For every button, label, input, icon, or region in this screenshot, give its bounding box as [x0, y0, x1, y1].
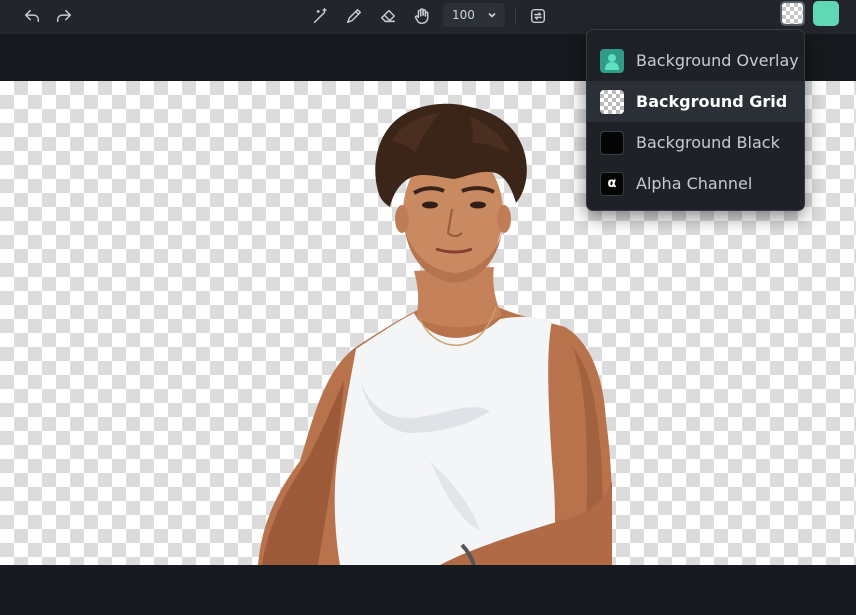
canvas-bottom-margin [0, 565, 856, 615]
background-toggle-button[interactable] [780, 1, 805, 26]
brush-icon [346, 8, 362, 24]
toolbar-divider [515, 7, 516, 25]
hand-icon [414, 8, 429, 24]
menu-item-background-overlay[interactable]: Background Overlay [587, 40, 804, 81]
eraser-button[interactable] [374, 3, 402, 29]
background-mode-menu: Background Overlay Background Grid Backg… [586, 29, 805, 211]
black-square-icon [600, 130, 624, 155]
undo-icon [24, 9, 40, 23]
menu-item-label: Background Black [636, 133, 780, 152]
zoom-value: 100 [452, 8, 475, 22]
redo-icon [56, 9, 72, 23]
redo-button[interactable] [50, 3, 78, 29]
alpha-icon: α [600, 171, 624, 196]
brush-button[interactable] [340, 3, 368, 29]
menu-item-label: Alpha Channel [636, 174, 753, 193]
magic-brush-button[interactable] [306, 3, 334, 29]
menu-item-background-grid[interactable]: Background Grid [587, 81, 804, 122]
compare-button[interactable] [524, 3, 552, 29]
compare-icon [530, 8, 546, 24]
menu-item-alpha-channel[interactable]: α Alpha Channel [587, 163, 804, 204]
checkerboard-icon [600, 89, 624, 114]
menu-item-background-black[interactable]: Background Black [587, 122, 804, 163]
undo-button[interactable] [18, 3, 46, 29]
menu-item-label: Background Overlay [636, 51, 799, 70]
person-icon [600, 48, 624, 73]
accent-color-swatch[interactable] [813, 1, 839, 26]
magic-brush-icon [313, 8, 327, 24]
chevron-down-icon [488, 12, 496, 18]
zoom-select[interactable]: 100 [443, 3, 505, 27]
menu-item-label: Background Grid [636, 92, 788, 111]
eraser-icon [380, 9, 396, 23]
hand-tool-button[interactable] [408, 3, 436, 29]
